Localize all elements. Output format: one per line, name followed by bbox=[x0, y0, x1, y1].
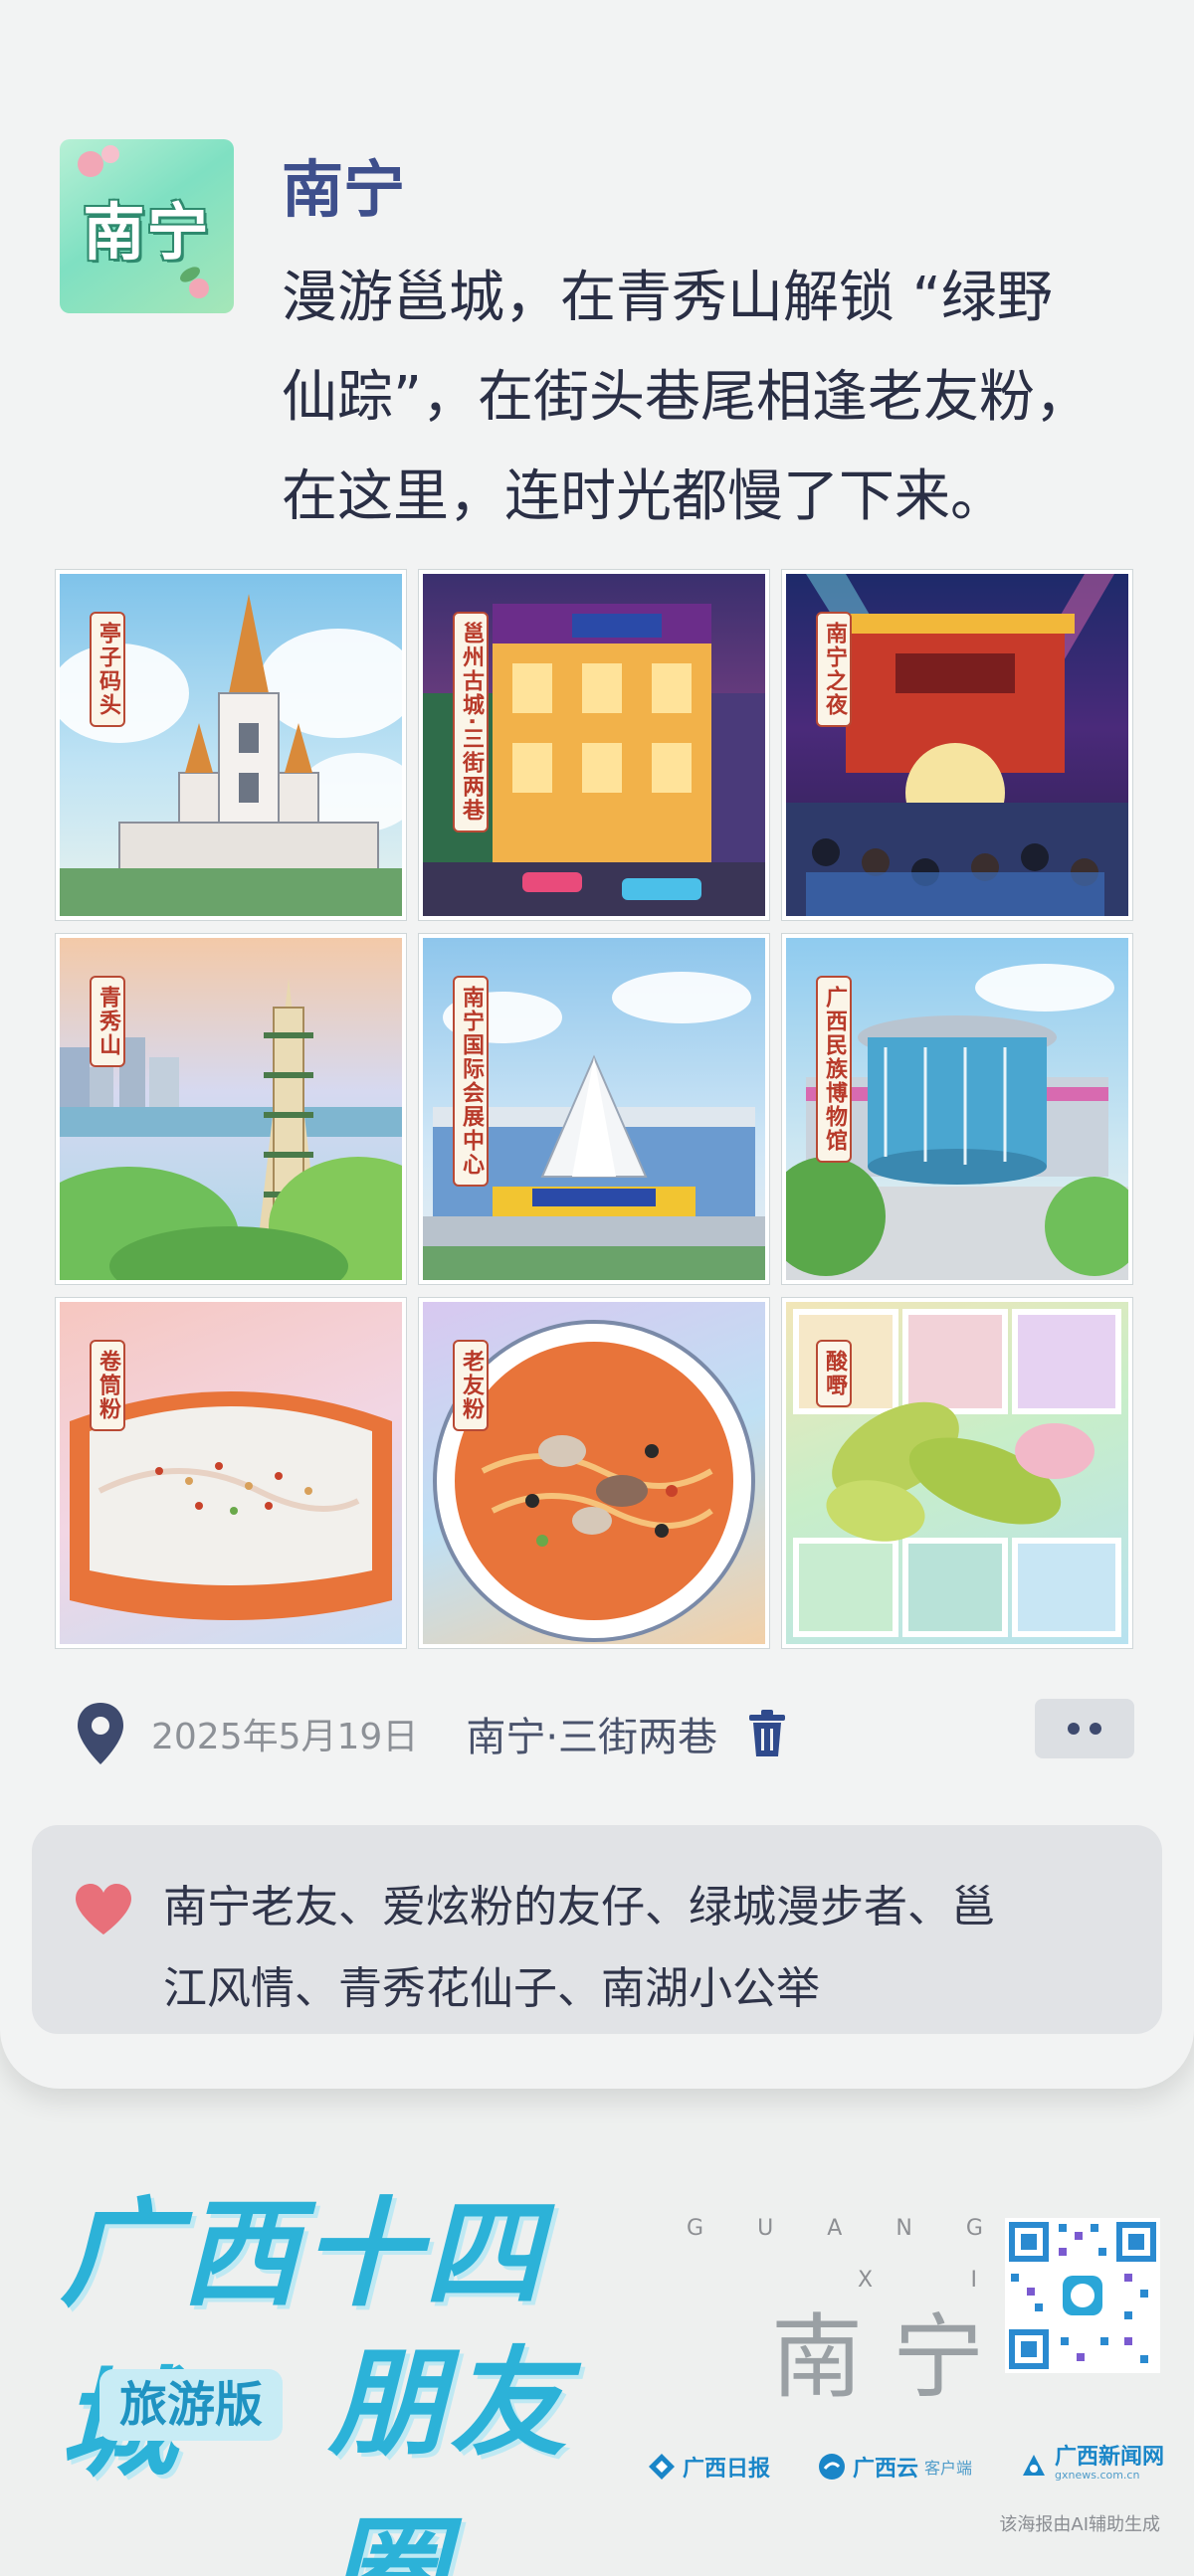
partner-name: 广西云 bbox=[852, 2457, 918, 2482]
gxnews-logo-icon bbox=[1022, 2455, 1045, 2476]
photo-label: 亭子码头 bbox=[90, 612, 125, 727]
likes-line: 江风情、青秀花仙子、南湖小公举 bbox=[163, 1963, 820, 2014]
campaign-title-line2: 朋友圈 bbox=[328, 2334, 572, 2576]
partner-gxnews: 广西新闻网 gxnews.com.cn bbox=[1019, 2445, 1164, 2484]
photo-label: 卷筒粉 bbox=[90, 1340, 125, 1431]
photo-tile[interactable]: 酸嘢 bbox=[782, 1298, 1132, 1648]
avatar-text: 南宁 bbox=[83, 195, 211, 269]
more-dot bbox=[1068, 1723, 1080, 1735]
partner-guangxi-cloud: 广西云 客户端 bbox=[817, 2451, 972, 2483]
likes-line: 南宁老友、爱炫粉的友仔、绿城漫步者、邕 bbox=[163, 1882, 995, 1932]
moments-post-card: 南宁 南宁 漫游邕城，在青秀山解锁 “绿野 仙踪”，在街头巷尾相逢老友粉， 在这… bbox=[0, 0, 1194, 2089]
photo-tile[interactable]: 南宁国际会展中心 bbox=[419, 934, 769, 1284]
letter: N bbox=[896, 2216, 914, 2241]
more-dot bbox=[1090, 1723, 1101, 1735]
campaign-badge: 旅游版 bbox=[100, 2369, 284, 2441]
post-date: 2025年5月19日 bbox=[151, 1717, 419, 1757]
campaign-logo: 广西十四城 旅游版 朋友圈 bbox=[60, 2158, 657, 2576]
heart-icon bbox=[76, 1884, 131, 1934]
ai-generated-note: 该海报由AI辅助生成 bbox=[999, 2514, 1160, 2535]
post-text-line: 仙踪”，在街头巷尾相逢老友粉， bbox=[282, 365, 1092, 430]
partner-logos: 广西日报 广西云 客户端 广西新闻网 gxnews.com.cn bbox=[647, 2447, 1164, 2486]
flower-decoration bbox=[189, 278, 209, 298]
partner-suffix: 客户端 bbox=[924, 2459, 973, 2478]
partner-guangxi-daily: 广西日报 bbox=[647, 2451, 770, 2483]
more-button[interactable] bbox=[1035, 1699, 1134, 1758]
partner-text: 广西新闻网 gxnews.com.cn bbox=[1054, 2445, 1164, 2484]
letter: G bbox=[687, 2216, 706, 2241]
photo-tile[interactable]: 亭子码头 bbox=[56, 570, 406, 920]
photo-tile[interactable]: 邕州古城·三街两巷 bbox=[419, 570, 769, 920]
guangxi-daily-logo-icon bbox=[649, 2454, 675, 2480]
photo-grid: 亭子码头 邕州古城·三街两巷 南宁之夜 青秀山 南宁国际会展中心 广西民族博物馆… bbox=[56, 570, 1132, 1648]
guangxi-spaced-letters: G U A N G bbox=[687, 2216, 985, 2241]
flower-decoration bbox=[78, 151, 103, 177]
avatar[interactable]: 南宁 bbox=[60, 139, 234, 313]
photo-label: 南宁之夜 bbox=[816, 612, 852, 727]
partner-name: 广西新闻网 bbox=[1054, 2445, 1164, 2470]
location-pin-icon bbox=[78, 1703, 123, 1764]
city-calligraphy: 南宁 bbox=[771, 2304, 1015, 2411]
letter: G bbox=[965, 2216, 985, 2241]
photo-tile[interactable]: 卷筒粉 bbox=[56, 1298, 406, 1648]
photo-label: 广西民族博物馆 bbox=[816, 976, 852, 1163]
trash-icon[interactable] bbox=[745, 1709, 789, 1758]
photo-tile[interactable]: 广西民族博物馆 bbox=[782, 934, 1132, 1284]
photo-tile[interactable]: 南宁之夜 bbox=[782, 570, 1132, 920]
likes-list[interactable]: 南宁老友、爱炫粉的友仔、绿城漫步者、邕 江风情、青秀花仙子、南湖小公举 bbox=[163, 1867, 1148, 2030]
letter: U bbox=[757, 2216, 776, 2241]
photo-label: 邕州古城·三街两巷 bbox=[453, 612, 489, 833]
photo-label: 南宁国际会展中心 bbox=[453, 976, 489, 1187]
photo-label: 酸嘢 bbox=[816, 1340, 852, 1407]
photo-tile[interactable]: 老友粉 bbox=[419, 1298, 769, 1648]
qr-code-icon[interactable] bbox=[1005, 2218, 1160, 2373]
post-text-line: 在这里，连时光都慢了下来。 bbox=[282, 464, 1006, 529]
guangxi-cloud-logo-icon bbox=[818, 2454, 845, 2480]
photo-tile[interactable]: 青秀山 bbox=[56, 934, 406, 1284]
post-text: 漫游邕城，在青秀山解锁 “绿野 仙踪”，在街头巷尾相逢老友粉， 在这里，连时光都… bbox=[282, 249, 1177, 547]
photo-label: 青秀山 bbox=[90, 976, 125, 1067]
photo-label: 老友粉 bbox=[453, 1340, 489, 1431]
letter: A bbox=[827, 2216, 845, 2241]
author-name[interactable]: 南宁 bbox=[282, 139, 405, 229]
post-location[interactable]: 南宁·三街两巷 bbox=[466, 1705, 717, 1762]
flower-decoration bbox=[101, 145, 119, 163]
likes-panel: 南宁老友、爱炫粉的友仔、绿城漫步者、邕 江风情、青秀花仙子、南湖小公举 bbox=[32, 1825, 1162, 2034]
partner-suffix: gxnews.com.cn bbox=[1054, 2469, 1140, 2482]
post-text-line: 漫游邕城，在青秀山解锁 “绿野 bbox=[282, 266, 1053, 330]
post-meta-row: 2025年5月19日 南宁·三街两巷 bbox=[70, 1699, 1134, 1768]
partner-name: 广西日报 bbox=[683, 2457, 771, 2482]
